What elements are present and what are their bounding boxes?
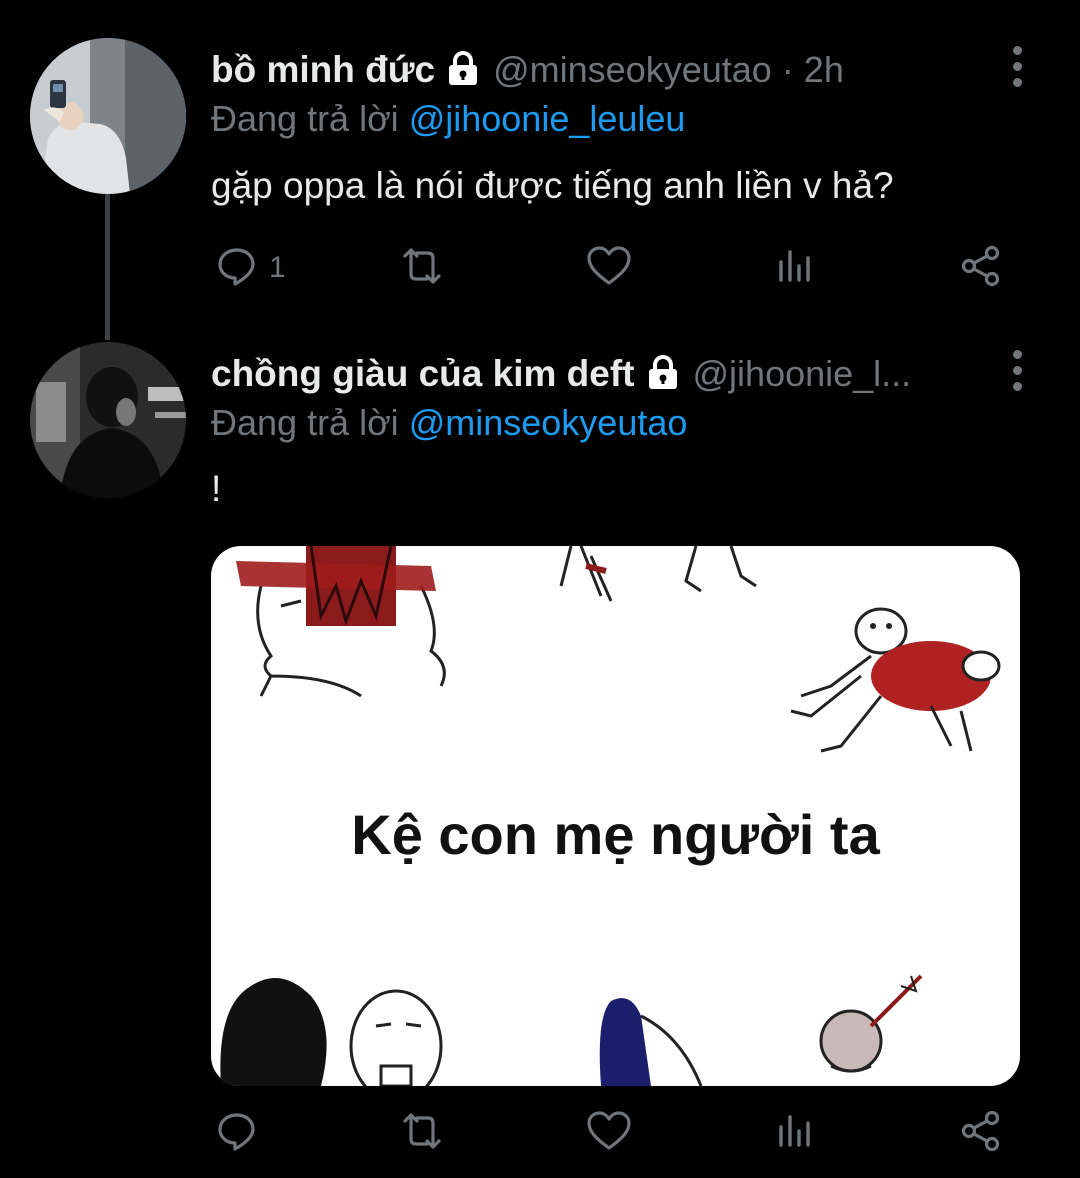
media-image[interactable]: Kệ con mẹ người ta — [211, 546, 1020, 1086]
reply-button[interactable]: 1 — [215, 243, 286, 293]
reply-mention-link[interactable]: @minseokyeutao — [409, 402, 688, 443]
analytics-button[interactable] — [773, 1108, 817, 1158]
reply-icon — [215, 244, 259, 293]
more-icon[interactable] — [1000, 36, 1034, 96]
media-caption: Kệ con mẹ người ta — [351, 803, 880, 866]
reply-mention-link[interactable]: @jihoonie_leuleu — [409, 98, 686, 139]
handle-and-time[interactable]: @minseokyeutao · 2h — [493, 49, 844, 91]
replying-to: Đang trả lời @minseokyeutao — [211, 402, 687, 444]
tweet-2[interactable]: chồng giàu của kim deft @jihoonie_l... Đ… — [0, 330, 1080, 1178]
doodle-bottom — [220, 974, 923, 1086]
action-bar: 1 — [211, 243, 1011, 293]
replying-to: Đang trả lời @jihoonie_leuleu — [211, 98, 685, 140]
reply-button[interactable] — [215, 1108, 269, 1158]
handle-and-time[interactable]: @jihoonie_l... — [693, 353, 912, 395]
tweet-text: ! — [211, 468, 222, 509]
share-button[interactable] — [959, 243, 1003, 293]
analytics-icon — [773, 1109, 817, 1158]
like-button[interactable] — [585, 243, 633, 293]
analytics-button[interactable] — [773, 243, 817, 293]
replying-to-label: Đang trả lời — [211, 402, 399, 443]
tweet-text: gặp oppa là nói được tiếng anh liền v hả… — [211, 165, 894, 206]
share-button[interactable] — [959, 1108, 1003, 1158]
doodle-red-box — [236, 546, 446, 698]
share-icon — [959, 244, 1003, 293]
tweet-header: chồng giàu của kim deft @jihoonie_l... — [211, 344, 911, 404]
like-button[interactable] — [585, 1108, 633, 1158]
retweet-icon — [397, 1109, 447, 1158]
tweet-1[interactable]: bồ minh đức @minseokyeutao · 2h Đang trả… — [0, 0, 1080, 330]
reply-count: 1 — [269, 251, 286, 284]
avatar[interactable] — [30, 342, 186, 498]
like-icon — [585, 244, 633, 293]
more-icon[interactable] — [1000, 340, 1034, 400]
display-name[interactable]: bồ minh đức — [211, 49, 435, 91]
retweet-icon — [397, 244, 447, 293]
replying-to-label: Đang trả lời — [211, 98, 399, 139]
doodle-stick-legs — [559, 546, 757, 602]
display-name[interactable]: chồng giàu của kim deft — [211, 353, 635, 395]
lock-icon — [443, 48, 483, 93]
doodle-spider — [790, 607, 1001, 753]
retweet-button[interactable] — [397, 1108, 447, 1158]
avatar[interactable] — [30, 38, 186, 194]
tweet-header: bồ minh đức @minseokyeutao · 2h — [211, 40, 844, 100]
analytics-icon — [773, 244, 817, 293]
retweet-button[interactable] — [397, 243, 447, 293]
share-icon — [959, 1109, 1003, 1158]
lock-icon — [643, 352, 683, 397]
action-bar — [211, 1108, 1011, 1158]
reply-icon — [215, 1109, 259, 1158]
like-icon — [585, 1109, 633, 1158]
